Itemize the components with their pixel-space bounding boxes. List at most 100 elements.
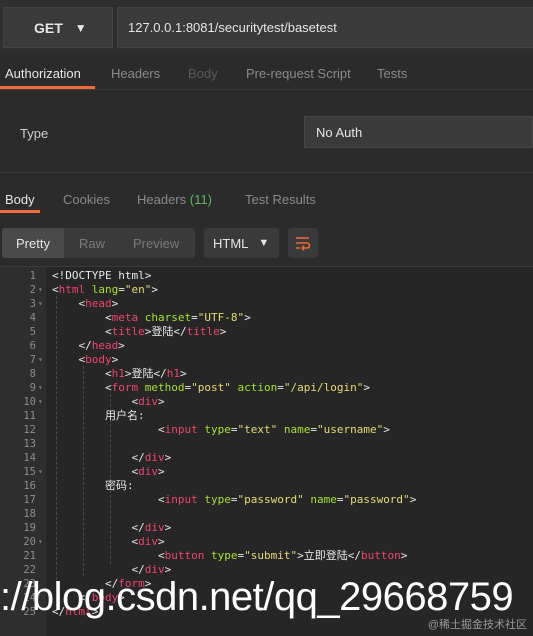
code-text: <html lang="en"> xyxy=(52,283,158,296)
tab-test-results[interactable]: Test Results xyxy=(245,192,316,207)
line-number: 12 xyxy=(23,424,36,436)
view-preview[interactable]: Preview xyxy=(133,236,179,251)
response-tabs: Body Cookies Headers (11) Test Results xyxy=(0,172,533,215)
code-text: </div> xyxy=(52,451,172,464)
tab-response-headers-label: Headers xyxy=(137,192,187,207)
fold-arrow-icon[interactable]: ▾ xyxy=(38,535,43,549)
fold-arrow-icon[interactable]: ▾ xyxy=(38,283,43,297)
code-line: 3 ▾ <head> xyxy=(0,297,533,311)
view-mode-switch: Pretty Raw Preview xyxy=(2,228,195,258)
code-line: 10 ▾ <div> xyxy=(0,395,533,409)
watermark-text: ://blog.csdn.net/qq_29668759 xyxy=(0,575,514,619)
code-line: 20 ▾ <div> xyxy=(0,535,533,549)
url-input[interactable]: 127.0.0.1:8081/securitytest/basetest xyxy=(117,7,533,48)
tab-pre-request-script[interactable]: Pre-request Script xyxy=(246,66,351,81)
fold-arrow-icon[interactable]: ▾ xyxy=(38,465,43,479)
code-text: <input type="password" name="password"> xyxy=(52,493,417,506)
auth-type-value: No Auth xyxy=(316,124,363,140)
code-text: <div> xyxy=(52,395,165,408)
line-number: 20 xyxy=(23,536,36,548)
format-select[interactable]: HTML ▼ xyxy=(204,228,279,258)
code-text: <button type="submit">立即登陆</button> xyxy=(52,549,408,562)
line-number: 13 xyxy=(23,438,36,450)
tab-tests[interactable]: Tests xyxy=(377,66,407,81)
code-text: <body> xyxy=(52,353,119,366)
code-line: 14 </div> xyxy=(0,451,533,465)
view-raw[interactable]: Raw xyxy=(79,236,105,251)
chevron-down-icon: ▼ xyxy=(258,237,270,249)
line-number: 10 xyxy=(23,396,36,408)
code-line: 1 <!DOCTYPE html> xyxy=(0,269,533,283)
line-number: 4 xyxy=(29,312,36,324)
code-text: <head> xyxy=(52,297,119,310)
fold-arrow-icon[interactable]: ▾ xyxy=(38,395,43,409)
line-number: 3 xyxy=(29,298,36,310)
headers-count-badge: (11) xyxy=(189,192,212,207)
tab-response-headers[interactable]: Headers (11) xyxy=(137,192,212,207)
code-text: <title>登陆</title> xyxy=(52,325,227,338)
code-line: 6 </head> xyxy=(0,339,533,353)
line-number: 7 xyxy=(29,354,36,366)
code-text: <!DOCTYPE html> xyxy=(52,269,152,282)
code-text: <h1>登陆</h1> xyxy=(52,367,187,380)
code-text: <meta charset="UTF-8"> xyxy=(52,311,251,324)
view-pretty[interactable]: Pretty xyxy=(2,228,64,258)
code-line: 9 ▾ <form method="post" action="/api/logi… xyxy=(0,381,533,395)
request-tabs: Authorization Headers Body Pre-request S… xyxy=(0,55,533,89)
auth-type-label: Type xyxy=(20,126,49,141)
code-line: 19 </div> xyxy=(0,521,533,535)
code-text: 用户名: xyxy=(52,409,145,422)
code-text: </div> xyxy=(52,521,172,534)
code-line: 17 <input type="password" name="password… xyxy=(0,493,533,507)
code-line: 13 xyxy=(0,437,533,451)
tab-authorization[interactable]: Authorization xyxy=(5,66,81,81)
line-number: 11 xyxy=(23,410,36,422)
line-number: 16 xyxy=(23,480,36,492)
line-number: 6 xyxy=(29,340,36,352)
fold-arrow-icon[interactable]: ▾ xyxy=(38,381,43,395)
code-text: <input type="text" name="username"> xyxy=(52,423,390,436)
url-text: 127.0.0.1:8081/securitytest/basetest xyxy=(128,20,337,35)
code-line: 12 <input type="text" name="username"> xyxy=(0,423,533,437)
chevron-down-icon: ▼ xyxy=(74,20,87,35)
response-tab-indicator xyxy=(0,210,40,213)
code-line: 16 密码: xyxy=(0,479,533,493)
code-line: 18 xyxy=(0,507,533,521)
fold-arrow-icon[interactable]: ▾ xyxy=(38,353,43,367)
line-number: 5 xyxy=(29,326,36,338)
code-line: 7 ▾ <body> xyxy=(0,353,533,367)
line-number: 19 xyxy=(23,522,36,534)
line-number: 9 xyxy=(29,382,36,394)
code-line: 15 ▾ <div> xyxy=(0,465,533,479)
request-bar: GET ▼ 127.0.0.1:8081/securitytest/basete… xyxy=(0,0,533,55)
wrap-lines-button[interactable] xyxy=(288,228,318,258)
code-text: </head> xyxy=(52,339,125,352)
code-line: 21 <button type="submit">立即登陆</button> xyxy=(0,549,533,563)
line-number: 17 xyxy=(23,494,36,506)
method-select[interactable]: GET ▼ xyxy=(3,7,113,48)
tab-cookies[interactable]: Cookies xyxy=(63,192,110,207)
auth-type-select[interactable]: No Auth xyxy=(304,116,533,148)
line-number: 18 xyxy=(23,508,36,520)
code-line: 4 <meta charset="UTF-8"> xyxy=(0,311,533,325)
line-number: 14 xyxy=(23,452,36,464)
line-number: 2 xyxy=(29,284,36,296)
tab-headers[interactable]: Headers xyxy=(111,66,160,81)
code-text: <form method="post" action="/api/login"> xyxy=(52,381,370,394)
code-text: 密码: xyxy=(52,479,134,492)
wrap-icon xyxy=(296,237,311,251)
code-line: 8 <h1>登陆</h1> xyxy=(0,367,533,381)
line-number: 1 xyxy=(29,270,36,282)
auth-panel: Type No Auth xyxy=(0,89,533,172)
tab-response-body[interactable]: Body xyxy=(5,192,35,207)
tab-body[interactable]: Body xyxy=(188,66,218,81)
response-toolbar: Pretty Raw Preview HTML ▼ xyxy=(0,214,533,266)
line-number: 8 xyxy=(29,368,36,380)
code-line: 11 用户名: xyxy=(0,409,533,423)
line-number: 21 xyxy=(23,550,36,562)
line-number: 15 xyxy=(23,466,36,478)
method-label: GET xyxy=(34,19,63,36)
code-line: 2 ▾ <html lang="en"> xyxy=(0,283,533,297)
code-text: <div> xyxy=(52,465,165,478)
fold-arrow-icon[interactable]: ▾ xyxy=(38,297,43,311)
